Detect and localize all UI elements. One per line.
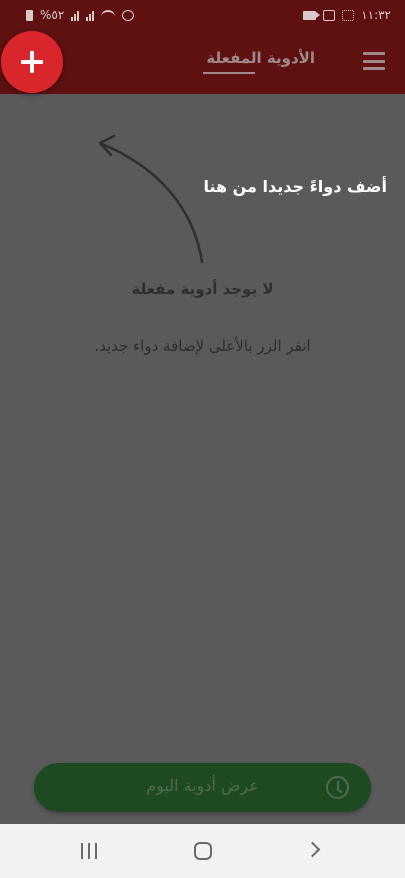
add-medicine-button[interactable] bbox=[1, 31, 63, 93]
system-nav-bar bbox=[0, 824, 405, 878]
today-button-label: عرض أدوية اليوم bbox=[146, 776, 259, 795]
video-camera-icon bbox=[303, 10, 321, 20]
battery-icon bbox=[26, 9, 33, 21]
back-icon[interactable] bbox=[304, 841, 321, 858]
tab-underline bbox=[203, 72, 255, 74]
show-today-medicines-button[interactable]: عرض أدوية اليوم bbox=[34, 763, 371, 812]
hint-arrow-icon bbox=[98, 134, 204, 264]
menu-icon[interactable] bbox=[363, 52, 385, 70]
signal-icon-2 bbox=[86, 10, 95, 21]
recents-icon[interactable] bbox=[81, 843, 97, 859]
status-time: ١١:٣٢ bbox=[361, 8, 391, 22]
tab-active-medicines[interactable]: الأدوية المفعلة bbox=[206, 49, 315, 67]
alarm-icon bbox=[122, 9, 135, 21]
battery-percent: %٥٢ bbox=[40, 8, 65, 22]
wifi-icon bbox=[101, 10, 116, 20]
status-right-icons: ١١:٣٢ bbox=[303, 8, 391, 22]
checkbox-notification-icon bbox=[323, 9, 336, 21]
status-left-icons: %٥٢ bbox=[26, 8, 135, 22]
empty-state-title: لا يوجد أدوية مفعلة bbox=[131, 280, 274, 298]
photo-notification-icon bbox=[342, 9, 355, 21]
signal-icon bbox=[71, 10, 80, 21]
add-medicine-hint: أضف دواءً جديدا من هنا bbox=[203, 177, 387, 196]
empty-state-subtitle: انقر الزر بالأعلى لإضافة دواء جديد. bbox=[94, 337, 311, 355]
home-icon[interactable] bbox=[194, 842, 212, 860]
status-bar: %٥٢ ١١:٣٢ bbox=[0, 0, 405, 30]
plus-icon bbox=[21, 51, 43, 73]
